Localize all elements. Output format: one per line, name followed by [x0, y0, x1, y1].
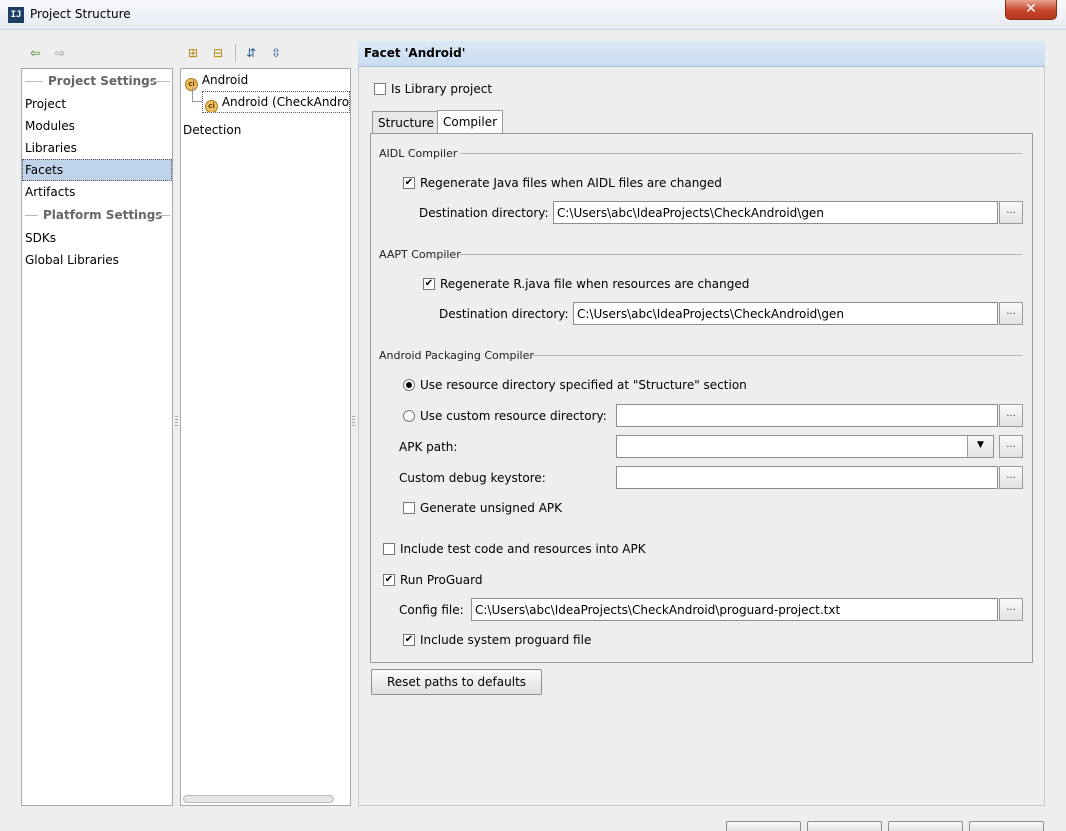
- is-library-checkbox[interactable]: [374, 83, 386, 95]
- run-proguard-label: Run ProGuard: [400, 573, 483, 587]
- apply-button[interactable]: [888, 821, 963, 831]
- separator-line: [150, 81, 170, 82]
- apk-path-label: APK path:: [399, 440, 458, 454]
- check-icon: ✔: [404, 177, 414, 188]
- aidl-regenerate-label: Regenerate Java files when AIDL files ar…: [420, 176, 722, 190]
- tree-node-detection[interactable]: Detection: [183, 123, 241, 137]
- sidebar-item-sdks[interactable]: SDKs: [25, 231, 56, 245]
- unsigned-apk-checkbox[interactable]: [403, 502, 415, 514]
- sidebar-item-libraries[interactable]: Libraries: [25, 141, 77, 155]
- debug-keystore-field[interactable]: [616, 466, 998, 489]
- title-bar: IJ Project Structure ✕: [0, 0, 1066, 30]
- forward-arrow-icon[interactable]: ⇨: [52, 45, 68, 61]
- use-resource-radio[interactable]: [403, 379, 415, 391]
- check-icon: ✔: [424, 278, 434, 289]
- add-icon[interactable]: ⊞: [185, 45, 201, 61]
- tree-node-label: Android (CheckAndroi: [221, 95, 350, 109]
- aapt-regenerate-label: Regenerate R.java file when resources ar…: [440, 277, 750, 291]
- config-file-browse-button[interactable]: ...: [999, 598, 1023, 621]
- android-facet-icon: ci: [205, 100, 218, 112]
- separator-line: [25, 81, 43, 82]
- toolbar-separator: [235, 44, 236, 62]
- tab-compiler[interactable]: Compiler: [437, 110, 504, 133]
- aapt-browse-button[interactable]: ...: [999, 302, 1023, 325]
- facet-header: Facet 'Android': [358, 41, 1045, 67]
- run-proguard-checkbox[interactable]: ✔: [383, 574, 395, 586]
- chevron-down-icon[interactable]: ▼: [967, 436, 993, 457]
- unsigned-apk-label: Generate unsigned APK: [420, 501, 563, 515]
- cancel-button[interactable]: [807, 821, 882, 831]
- sidebar-item-artifacts[interactable]: Artifacts: [25, 185, 75, 199]
- reset-paths-button[interactable]: Reset paths to defaults: [371, 669, 543, 695]
- group-line: [532, 355, 1022, 356]
- sidebar-item-project[interactable]: Project: [25, 97, 66, 111]
- facet-tree-panel: [180, 68, 351, 806]
- custom-dir-browse-button[interactable]: ...: [999, 404, 1023, 427]
- include-test-checkbox[interactable]: [383, 543, 395, 555]
- tree-node-android-checkandroid[interactable]: ci Android (CheckAndroi: [202, 91, 350, 113]
- window-title: Project Structure: [30, 7, 131, 21]
- tree-line: [192, 87, 193, 101]
- include-system-proguard-checkbox[interactable]: ✔: [403, 634, 415, 646]
- packaging-group-title: Android Packaging Compiler: [379, 349, 534, 362]
- include-test-label: Include test code and resources into APK: [400, 542, 646, 556]
- keystore-browse-button[interactable]: ...: [999, 466, 1023, 489]
- tab-structure[interactable]: Structure: [372, 111, 440, 133]
- use-custom-label: Use custom resource directory:: [420, 409, 607, 423]
- expand-all-icon[interactable]: ⇵: [243, 45, 259, 61]
- use-custom-radio[interactable]: [403, 410, 415, 422]
- check-icon: ✔: [384, 574, 394, 585]
- remove-icon[interactable]: ⊟: [210, 45, 226, 61]
- aapt-dest-field[interactable]: C:\Users\abc\IdeaProjects\CheckAndroid\g…: [573, 302, 998, 325]
- aapt-regenerate-checkbox[interactable]: ✔: [423, 278, 435, 290]
- check-icon: ✔: [404, 634, 414, 645]
- include-system-proguard-label: Include system proguard file: [420, 633, 592, 647]
- apk-path-combobox[interactable]: ▼: [616, 435, 994, 458]
- tree-node-android[interactable]: ci Android: [185, 73, 248, 91]
- platform-settings-header: Platform Settings: [43, 208, 163, 222]
- config-file-label: Config file:: [399, 603, 464, 617]
- aidl-dest-label: Destination directory:: [419, 206, 549, 220]
- separator-line: [25, 215, 38, 216]
- project-settings-header: Project Settings: [48, 74, 157, 88]
- aidl-regenerate-checkbox[interactable]: ✔: [403, 177, 415, 189]
- use-resource-label: Use resource directory specified at "Str…: [420, 378, 747, 392]
- group-line: [460, 254, 1022, 255]
- config-file-field[interactable]: C:\Users\abc\IdeaProjects\CheckAndroid\p…: [471, 598, 998, 621]
- sidebar-item-modules[interactable]: Modules: [25, 119, 75, 133]
- help-button[interactable]: [969, 821, 1044, 831]
- splitter-handle[interactable]: [352, 416, 355, 428]
- intellij-icon: IJ: [8, 7, 24, 23]
- collapse-all-icon[interactable]: ⇳: [268, 45, 284, 61]
- sidebar-item-global-libraries[interactable]: Global Libraries: [25, 253, 119, 267]
- tree-node-label: Android: [201, 73, 249, 87]
- separator-line: [157, 215, 170, 216]
- back-arrow-icon[interactable]: ⇦: [27, 45, 43, 61]
- sidebar-item-facets[interactable]: Facets: [25, 163, 63, 177]
- close-button[interactable]: ✕: [1005, 0, 1057, 20]
- aidl-group-title: AIDL Compiler: [379, 147, 458, 160]
- is-library-label: Is Library project: [391, 82, 493, 96]
- custom-resource-dir-field[interactable]: [616, 404, 998, 427]
- tree-line: [192, 101, 202, 102]
- splitter-handle[interactable]: [175, 416, 178, 428]
- aidl-dest-field[interactable]: C:\Users\abc\IdeaProjects\CheckAndroid\g…: [553, 201, 998, 224]
- aapt-group-title: AAPT Compiler: [379, 248, 461, 261]
- group-line: [460, 153, 1022, 154]
- horizontal-scrollbar[interactable]: [183, 795, 334, 803]
- aapt-dest-label: Destination directory:: [439, 307, 569, 321]
- apk-path-browse-button[interactable]: ...: [999, 435, 1023, 458]
- debug-keystore-label: Custom debug keystore:: [399, 471, 546, 485]
- aidl-browse-button[interactable]: ...: [999, 201, 1023, 224]
- ok-button[interactable]: [726, 821, 801, 831]
